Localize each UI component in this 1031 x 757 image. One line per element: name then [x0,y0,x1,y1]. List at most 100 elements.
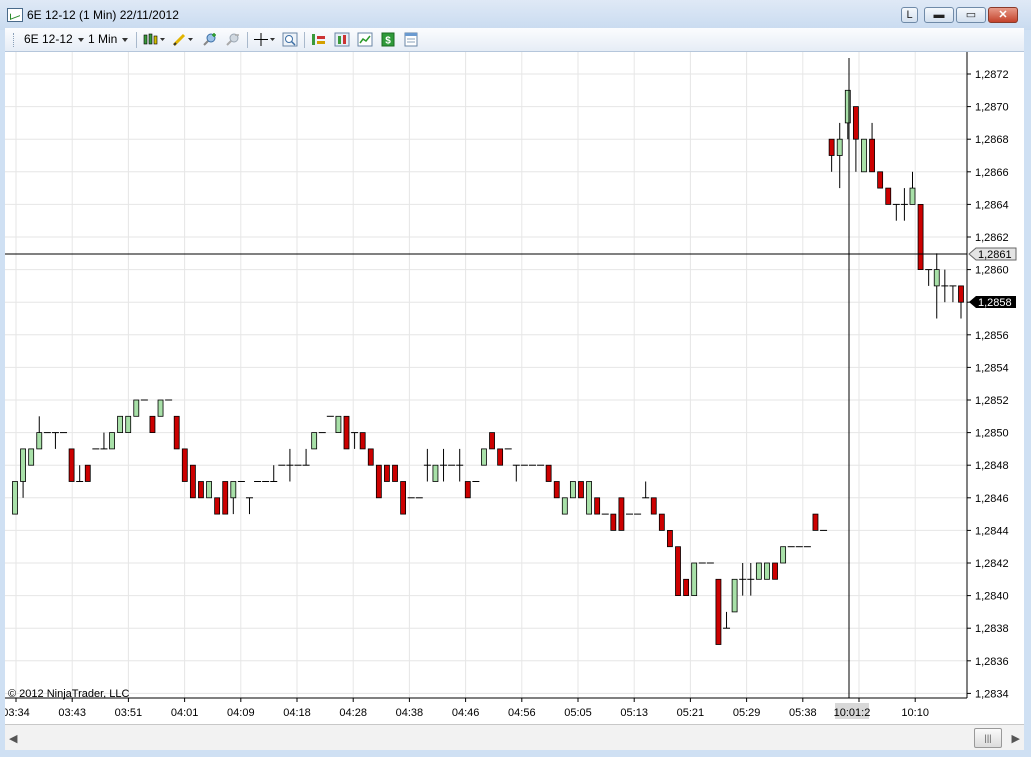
candle-down [343,415,350,450]
candle-down [610,513,617,531]
candle-up [109,432,115,450]
chart-properties-icon[interactable] [357,32,373,47]
candle-down [675,546,681,597]
price-tick-label: 1,2852 [975,395,1009,407]
candle-down [885,187,892,205]
candle-down [359,432,366,450]
price-tick-label: 1,2868 [975,134,1009,146]
copyright-text: © 2012 NinjaTrader, LLC [8,688,129,700]
candle-down [489,432,495,450]
crosshair-price-label: 1,2861 [978,249,1012,261]
candlestick-chart-icon[interactable] [142,32,166,47]
candle-up [230,481,237,499]
candle-down [375,464,382,499]
candle-up [28,448,35,466]
time-tick-label: 05:29 [733,707,761,719]
price-tick-label: 1,2846 [975,493,1009,505]
scroll-left-arrow-icon[interactable]: ◀ [9,732,17,745]
candle-down [667,529,673,548]
price-tick-label: 1,2840 [975,591,1009,603]
candle-down [958,285,964,303]
time-tick-label: 04:18 [283,707,311,719]
time-tick-label: 03:34 [5,707,30,719]
chart-toolbar: 6E 12-12 1 Min $ [5,28,1024,52]
window-title: 6E 12-12 (1 Min) 22/11/2012 [27,8,179,22]
candle-up [586,481,592,515]
pencil-draw-icon[interactable] [171,32,195,47]
candle-down [384,464,390,482]
price-tick-label: 1,2848 [975,460,1009,472]
instrument-label: 6E 12-12 [24,32,73,46]
instrument-selector[interactable]: 6E 12-12 [24,32,84,46]
candle-down [189,464,196,499]
price-tick-label: 1,2854 [975,362,1009,374]
title-bar: 6E 12-12 (1 Min) 22/11/2012 L ▬ ▭ ✕ [0,0,1031,30]
toolbar-separator [136,32,137,48]
zoom-in-icon[interactable] [202,32,218,47]
candle-down [497,448,504,466]
candle-up [561,497,568,515]
candle-down [869,138,875,173]
chart-app-icon [7,8,23,22]
candle-up [20,448,26,482]
interval-label: 1 Min [88,32,118,46]
time-tick-label: 04:01 [171,707,199,719]
price-tick-label: 1,2850 [975,428,1009,440]
price-tick-label: 1,2862 [975,232,1009,244]
dollar-icon[interactable]: $ [380,32,396,47]
last-price-label: 1,2858 [978,297,1012,309]
time-tick-label: 05:05 [564,707,592,719]
price-tick-label: 1,2856 [975,330,1009,342]
minimize-button[interactable]: ▬ [924,7,954,23]
interval-selector[interactable]: 1 Min [88,32,129,46]
candle-down [222,481,229,515]
magnifier-icon[interactable] [282,32,298,47]
time-tick-label: 03:51 [115,707,143,719]
candle-down [84,464,91,482]
candle-down [68,448,75,482]
time-tick-label: 05:38 [789,707,817,719]
candle-down [149,415,156,433]
candle-up [569,481,576,499]
price-tick-label: 1,2870 [975,102,1009,114]
candle-up [861,138,867,173]
strategies-icon[interactable] [334,32,350,47]
scrollbar-thumb[interactable]: ||| [974,728,1002,748]
candle-up [764,562,770,580]
maximize-button[interactable]: ▭ [956,7,986,23]
candle-down [852,106,859,140]
time-tick-label: 03:43 [58,707,86,719]
candle-up [481,448,487,466]
candle-up [691,562,698,596]
candle-up [335,415,342,433]
svg-text:$: $ [385,36,391,47]
crosshair-icon[interactable] [253,32,277,47]
link-button[interactable]: L [901,7,918,23]
candle-down [650,497,657,515]
toolbar-grip[interactable] [13,33,16,47]
candle-down [683,578,690,596]
candle-down [181,448,188,482]
price-tick-label: 1,2838 [975,623,1009,635]
chevron-down-icon [77,37,84,42]
price-tick-label: 1,2864 [975,199,1009,211]
candle-down [618,497,625,531]
price-tick-label: 1,2860 [975,265,1009,277]
candle-up [933,269,940,287]
candlestick-chart-canvas[interactable]: 1,2872 1,2870 1,2868 1,2866 1,2864 1,2862 1,28… [2,52,1024,724]
toolbar-separator [304,32,305,48]
candle-down [367,448,374,466]
close-button[interactable]: ✕ [988,7,1018,23]
zoom-out-icon[interactable] [225,32,241,47]
chevron-down-icon [122,37,129,42]
indicators-icon[interactable] [311,32,327,47]
candle-down [594,497,601,515]
price-chart[interactable]: 1,2872 1,2870 1,2868 1,2866 1,2864 1,2862 1,28… [2,52,1024,724]
time-tick-label: 04:38 [396,707,424,719]
horizontal-scrollbar[interactable]: ◀ ||| ▶ [5,724,1024,750]
data-box-icon[interactable] [403,32,419,47]
time-tick-label: 10:10 [901,707,929,719]
time-tick-label: 05:13 [620,707,648,719]
scroll-right-arrow-icon[interactable]: ▶ [1012,732,1020,745]
candle-up [755,562,762,580]
